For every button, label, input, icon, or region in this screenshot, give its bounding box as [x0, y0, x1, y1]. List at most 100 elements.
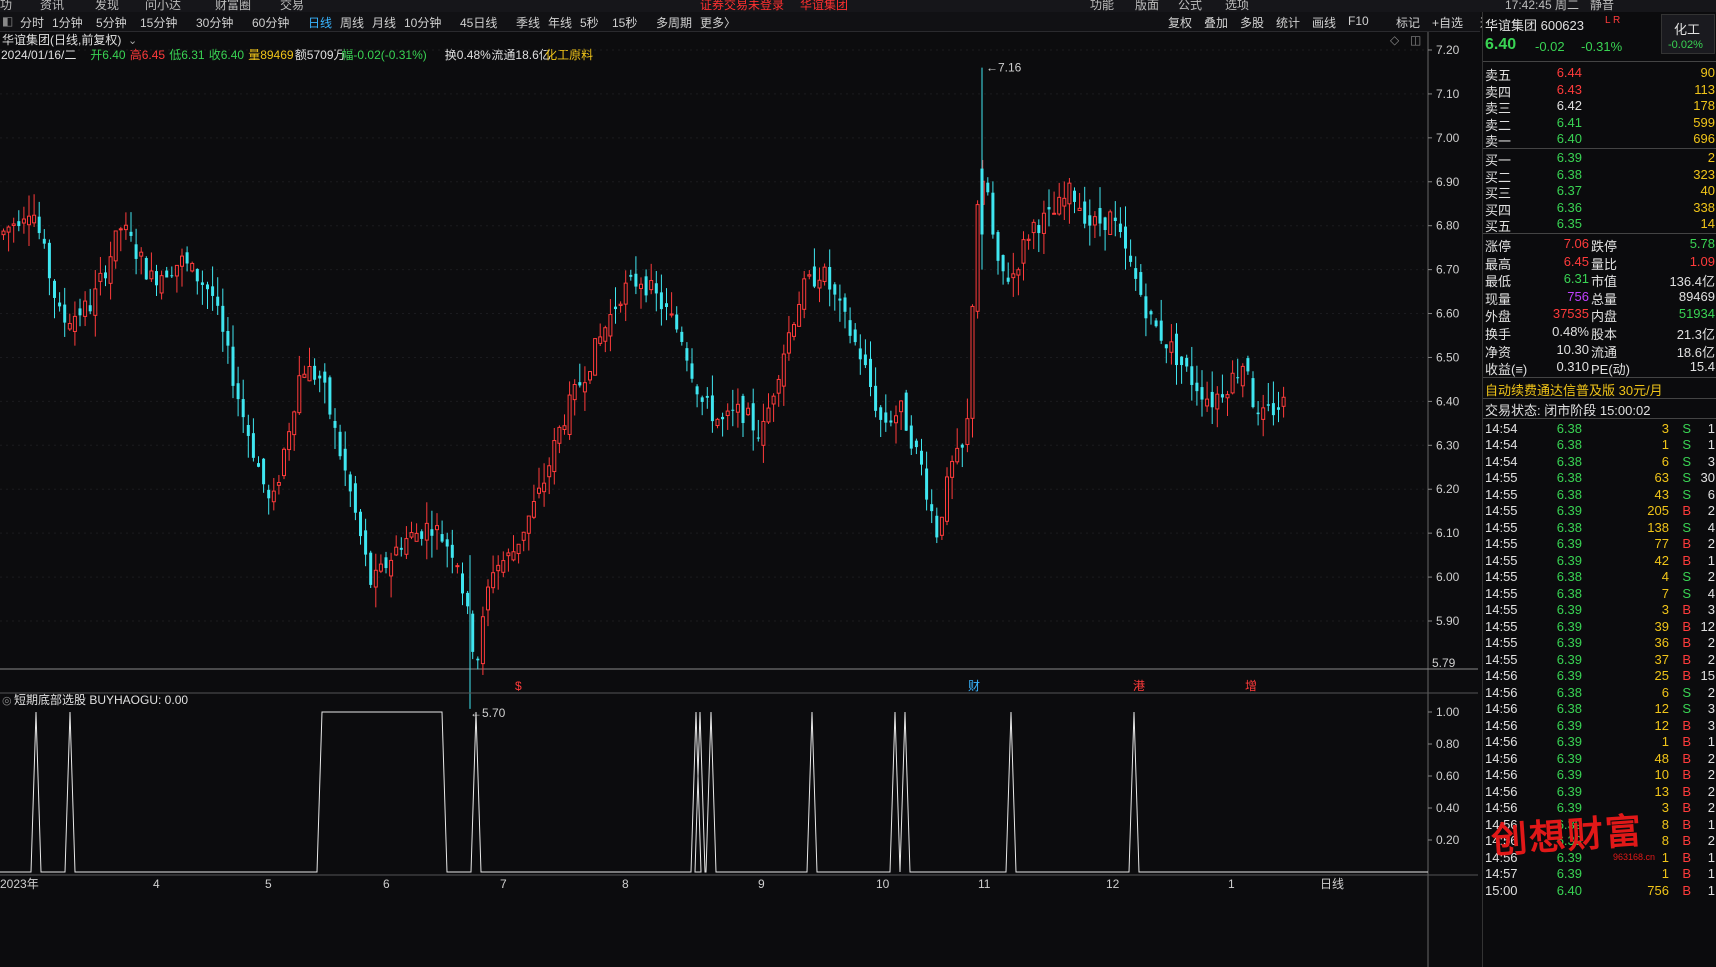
tick-side: S	[1682, 437, 1691, 453]
stat-value: 756	[1567, 288, 1589, 304]
top-menu-item[interactable]: 选项	[1225, 0, 1249, 12]
candle-body	[47, 242, 51, 279]
ask-level-row[interactable]: 卖四 6.43 113	[1483, 81, 1716, 100]
chart-layout-icon[interactable]: ◫	[1410, 33, 1421, 47]
candle-body	[858, 348, 862, 360]
ask-level-row[interactable]: 卖三 6.42 178	[1483, 97, 1716, 116]
stat-row: 外盘 37535 内盘 51934	[1483, 305, 1716, 324]
period-tab[interactable]: 30分钟	[196, 14, 233, 31]
tick-row: 14:56 6.38 12 S 3	[1483, 700, 1716, 718]
period-tab[interactable]: 5秒	[580, 14, 599, 31]
tick-time: 14:55	[1485, 635, 1518, 651]
period-tab[interactable]: 5分钟	[96, 14, 127, 31]
bid-level-row[interactable]: 买一 6.39 2	[1483, 149, 1716, 168]
top-menu-item[interactable]: 17:42:45 周二	[1505, 0, 1579, 12]
top-menu-item[interactable]: 功	[0, 0, 12, 12]
candle-body	[11, 223, 16, 226]
tick-side: B	[1682, 816, 1691, 832]
candle-body	[654, 283, 658, 294]
chart-tool-button[interactable]: +自选	[1432, 14, 1463, 31]
candle-body	[725, 410, 730, 416]
period-tab[interactable]: 年线	[548, 14, 572, 31]
bid-level-row[interactable]: 买四 6.36 338	[1483, 199, 1716, 218]
candle-body	[1077, 207, 1082, 212]
chart-tool-button[interactable]: F10	[1348, 14, 1369, 28]
top-menu-item[interactable]: 功能	[1090, 0, 1114, 12]
chart-tool-button[interactable]: 复权	[1168, 14, 1192, 31]
bid-level-row[interactable]: 买五 6.35 14	[1483, 215, 1716, 234]
chart-tool-button[interactable]: 叠加	[1204, 14, 1228, 31]
tick-price: 6.39	[1556, 668, 1582, 684]
kline-chart-area[interactable]: 华谊集团(日线,前复权) ⌄ 2024/01/16/二 开6.40 高6.45 低6.31…	[0, 32, 1480, 967]
tick-side: B	[1682, 783, 1691, 799]
period-tab[interactable]: 周线	[340, 14, 364, 31]
top-menu-item[interactable]: 财富圈	[215, 0, 251, 12]
period-tab[interactable]: 日线	[308, 14, 332, 31]
period-tab[interactable]: 10分钟	[404, 14, 441, 31]
candle-body	[72, 315, 77, 332]
top-menu-item[interactable]: 发现	[95, 0, 119, 12]
period-tab[interactable]: 60分钟	[252, 14, 289, 31]
ask-level-row[interactable]: 卖一 6.40 696	[1483, 130, 1716, 149]
period-tab[interactable]: 45日线	[460, 14, 497, 31]
price-axis-label: 6.60	[1436, 307, 1460, 321]
top-menu-item[interactable]: 公式	[1178, 0, 1202, 12]
top-menu-item[interactable]: 交易	[280, 0, 304, 12]
period-tab[interactable]: 季线	[516, 14, 540, 31]
chart-tool-button[interactable]: 统计	[1276, 14, 1300, 31]
candle-body	[822, 266, 827, 283]
ask-level-row[interactable]: 卖二 6.41 599	[1483, 114, 1716, 133]
tick-volume: 7	[1661, 585, 1669, 601]
chart-tool-button[interactable]: 画线	[1312, 14, 1336, 31]
bid-level-row[interactable]: 买三 6.37 40	[1483, 182, 1716, 201]
toolbar-toggle-icon[interactable]: ◧	[2, 14, 13, 28]
top-menu-item[interactable]: 问小达	[145, 0, 181, 12]
period-tab[interactable]: 1分钟	[52, 14, 83, 31]
tick-count: 1	[1707, 552, 1715, 568]
period-tab[interactable]: 15分钟	[140, 14, 177, 31]
candle-body	[869, 358, 872, 387]
event-marker[interactable]: 港	[1133, 679, 1145, 693]
candle-body	[53, 280, 56, 298]
top-menu-item[interactable]: 资讯	[40, 0, 64, 12]
chart-tool-button[interactable]: 多股	[1240, 14, 1264, 31]
candle-body	[939, 516, 944, 536]
candle-body	[170, 275, 174, 277]
bid-level-row[interactable]: 买二 6.38 323	[1483, 166, 1716, 185]
chart-tool-button[interactable]: 标记	[1396, 14, 1420, 31]
candle-body	[578, 382, 582, 386]
ask-level-row[interactable]: 卖五 6.44 90	[1483, 64, 1716, 83]
candle-body	[1011, 273, 1016, 279]
period-tab[interactable]: 更多〉	[700, 14, 736, 31]
top-menu-item[interactable]: 华谊集团	[800, 0, 848, 12]
period-tab[interactable]: 多周期	[656, 14, 692, 31]
top-menu-item[interactable]: 证券交易未登录	[700, 0, 784, 12]
indicator-collapse-icon[interactable]: ◎	[2, 695, 12, 707]
max-price-label: ←7.16	[986, 61, 1022, 75]
candle-body	[618, 303, 623, 306]
tick-row: 14:57 6.39 1 B 1	[1483, 865, 1716, 883]
period-tab[interactable]: 月线	[372, 14, 396, 31]
candle-body	[292, 411, 297, 436]
event-marker[interactable]: 财	[968, 679, 980, 693]
period-tab[interactable]: 分时	[20, 14, 44, 31]
candle-body	[669, 313, 674, 316]
candle-body	[211, 286, 215, 296]
event-marker[interactable]: $	[515, 679, 522, 693]
promo-link[interactable]: 自动续费通达信普及版 30元/月	[1483, 379, 1716, 398]
event-marker[interactable]: 增	[1245, 679, 1257, 693]
stat-row: 现量 756 总量 89469	[1483, 288, 1716, 307]
top-menu-item[interactable]: 版面	[1135, 0, 1159, 12]
period-tab[interactable]: 15秒	[612, 14, 637, 31]
tick-price: 6.39	[1556, 651, 1582, 667]
candle-body	[88, 305, 92, 312]
chart-title-dropdown-icon[interactable]: ⌄	[128, 35, 137, 47]
indicator-title[interactable]: 短期底部选股 BUYHAOGU: 0.00	[14, 692, 188, 707]
candle-body	[328, 377, 332, 415]
top-menu-item[interactable]: 静音	[1590, 0, 1614, 12]
kline-chart-svg[interactable]: 华谊集团(日线,前复权) ⌄2024/01/16/二 开6.40 高6.45 低6.31…	[0, 32, 1480, 967]
candle-body	[695, 386, 699, 395]
month-label: 6	[383, 877, 390, 891]
chart-settings-icon[interactable]: ◇	[1390, 33, 1400, 47]
tick-volume: 756	[1647, 882, 1669, 898]
